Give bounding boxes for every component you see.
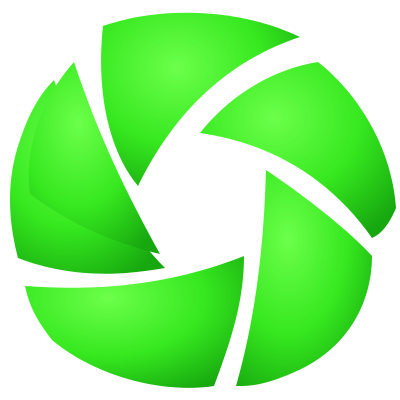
logo-container [0,0,400,400]
blade-bottom [25,256,244,388]
shutter-swirl-logo-icon [10,12,396,388]
